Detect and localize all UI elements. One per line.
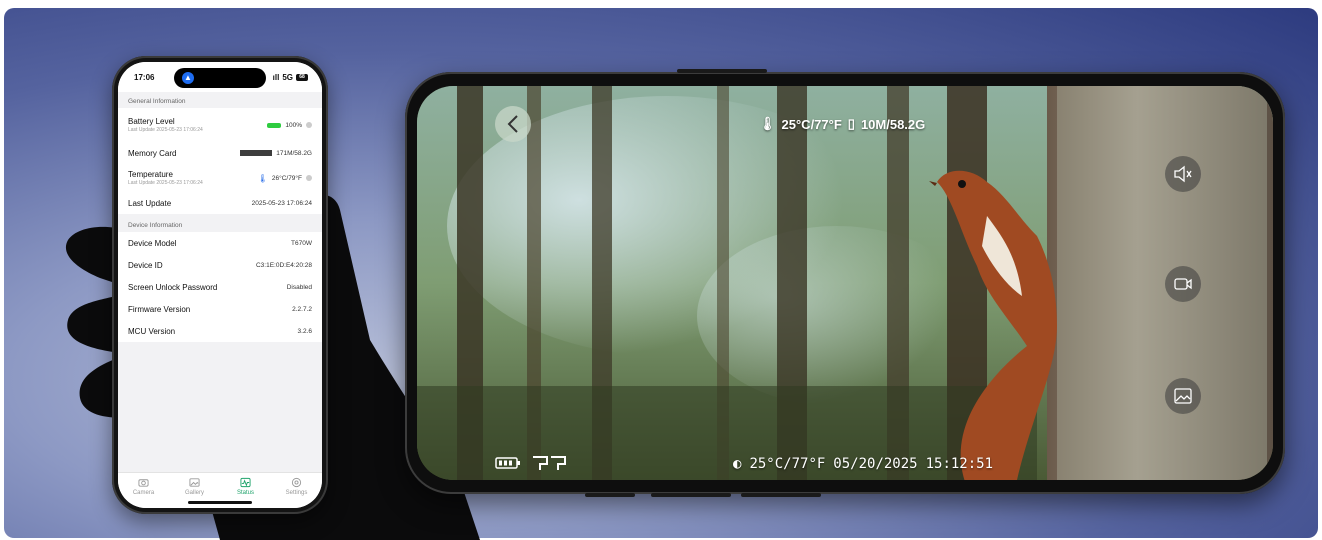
clock: 17:06: [134, 72, 155, 82]
image-icon: [1174, 388, 1192, 404]
network-type: 5G: [282, 72, 293, 82]
video-record-icon: [1174, 278, 1192, 290]
settings-icon: [291, 477, 302, 488]
device-id-label: Device ID: [128, 260, 163, 270]
battery-icon: 68: [296, 73, 308, 81]
phone-status-screen: 17:06 ▲ ıll 5G 68 General Information Ba…: [118, 62, 322, 508]
app-indicator-icon: ▲: [182, 72, 194, 84]
memory-label: Memory Card: [128, 148, 177, 158]
temperature-label: Temperature: [128, 170, 173, 179]
battery-full-icon: [495, 457, 520, 469]
device-id-row: Device ID C3:1E:0D:E4:20:28: [118, 254, 322, 276]
refresh-icon[interactable]: [306, 122, 312, 128]
gallery-icon: [189, 478, 200, 487]
firmware-row: Firmware Version 2.2.7.2: [118, 298, 322, 320]
thermometer-icon: 🌡: [759, 116, 776, 131]
tab-camera[interactable]: Camera: [124, 477, 164, 508]
status-content: General Information Battery Level Last U…: [118, 92, 322, 472]
device-model-label: Device Model: [128, 238, 177, 248]
mcu-row: MCU Version 3.2.6: [118, 320, 322, 342]
temperature-row[interactable]: Temperature Last Update 2025-05-23 17:06…: [118, 164, 322, 192]
tab-settings[interactable]: Settings: [277, 477, 317, 508]
unlock-password-row[interactable]: Screen Unlock Password Disabled: [118, 276, 322, 298]
mcu-value: 3.2.6: [297, 327, 312, 335]
memory-row[interactable]: Memory Card 171M/58.2G: [118, 142, 322, 164]
top-overlay: 🌡 25°C/77°F ▯ 10M/58.2G: [759, 116, 925, 132]
bottom-tab-bar: Camera Gallery Status Settings: [118, 472, 322, 508]
bottom-temperature: 25°C/77°F: [749, 456, 826, 472]
camera-live-view[interactable]: 🌡 25°C/77°F ▯ 10M/58.2G ◐ 25°C/77°F 05/2…: [417, 86, 1273, 480]
memory-usage-bar: [240, 150, 273, 156]
temperature-value: 26°C/79°F: [271, 174, 302, 182]
overlay-time: 15:12:51: [925, 456, 994, 472]
mute-button[interactable]: [1165, 156, 1201, 192]
signal-icon: ıll: [272, 72, 280, 82]
home-indicator: [188, 501, 252, 504]
firmware-label: Firmware Version: [128, 304, 191, 314]
tab-settings-label: Settings: [285, 490, 308, 496]
status-bar: 17:06 ▲ ıll 5G 68: [118, 62, 322, 92]
phone-right: 🌡 25°C/77°F ▯ 10M/58.2G ◐ 25°C/77°F 05/2…: [405, 69, 1285, 497]
photo-button[interactable]: [1165, 378, 1201, 414]
forest-squirrel-image: [417, 86, 1273, 480]
battery-label: Battery Level: [128, 117, 175, 126]
mcu-label: MCU Version: [128, 326, 176, 336]
record-button[interactable]: [1165, 266, 1201, 302]
overlay-date: 05/20/2025: [833, 456, 918, 472]
status-icons: ıll 5G 68: [273, 73, 308, 82]
status-icon: [240, 477, 251, 488]
tab-gallery-label: Gallery: [184, 490, 204, 496]
last-update-value: 2025-05-23 17:06:24: [251, 199, 312, 207]
firmware-value: 2.2.7.2: [292, 305, 312, 313]
battery-row[interactable]: Battery Level Last Update 2025-05-23 17:…: [118, 108, 322, 142]
side-button: [585, 493, 635, 497]
brand-logo-icon: [533, 456, 566, 470]
refresh-icon[interactable]: [306, 175, 312, 181]
bottom-overlay: ◐ 25°C/77°F 05/20/2025 15:12:51: [733, 456, 993, 472]
overlay-temperature: 25°C/77°F: [781, 116, 842, 132]
tab-status-label: Status: [236, 490, 254, 496]
speaker-mute-icon: [1174, 165, 1192, 183]
tab-camera-label: Camera: [132, 490, 155, 496]
device-id-value: C3:1E:0D:E4:20:28: [255, 261, 312, 269]
battery-sub: Last Update 2025-05-23 17:06:24: [128, 127, 203, 133]
thermometer-icon: 🌡: [257, 173, 268, 183]
phone-left: 17:06 ▲ ıll 5G 68 General Information Ba…: [112, 56, 328, 514]
memory-value: 171M/58.2G: [276, 149, 312, 157]
volume-button: [677, 69, 767, 73]
last-update-label: Last Update: [128, 198, 172, 208]
overlay-storage: 10M/58.2G: [860, 116, 926, 132]
sd-card-icon: ▯: [847, 116, 855, 131]
device-model-row: Device Model T670W: [118, 232, 322, 254]
unlock-password-label: Screen Unlock Password: [128, 282, 218, 292]
general-info-header: General Information: [128, 98, 186, 105]
back-button[interactable]: [495, 106, 531, 142]
side-button: [741, 493, 821, 497]
battery-value: 100%: [285, 121, 302, 129]
moon-phase-icon: ◐: [733, 456, 742, 472]
battery-level-bar: [267, 122, 282, 128]
device-info-card: Device Model T670W Device ID C3:1E:0D:E4:2…: [118, 232, 322, 342]
unlock-password-value: Disabled: [286, 283, 312, 291]
chevron-left-icon: [507, 115, 518, 133]
temperature-sub: Last Update 2025-05-23 17:06:24: [128, 180, 203, 186]
device-info-header: Device Information: [128, 222, 183, 229]
bottom-left-overlay: [495, 454, 567, 472]
side-button: [651, 493, 731, 497]
dynamic-island: ▲: [174, 68, 266, 88]
camera-icon: [138, 479, 149, 487]
device-model-value: T670W: [291, 239, 312, 247]
last-update-row: Last Update 2025-05-23 17:06:24: [118, 192, 322, 214]
general-info-card: Battery Level Last Update 2025-05-23 17:…: [118, 108, 322, 214]
